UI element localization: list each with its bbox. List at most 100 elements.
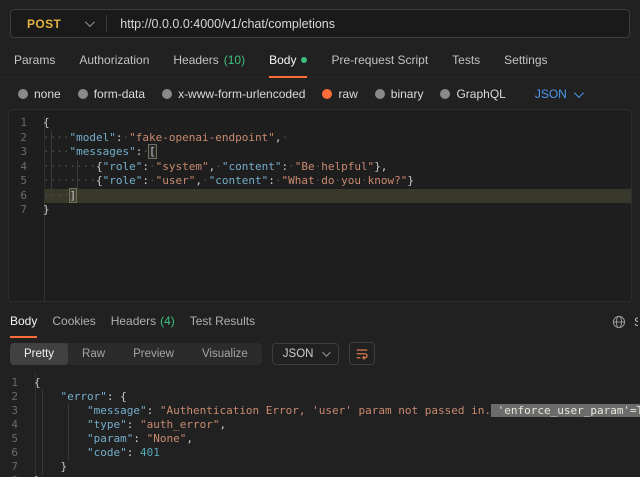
tab-label: Pre-request Script [331, 53, 428, 67]
response-tab-cookies[interactable]: Cookies [52, 305, 95, 338]
body-mode-x-www-form-urlencoded[interactable]: x-www-form-urlencoded [162, 87, 305, 101]
response-tab-headers[interactable]: Headers (4) [111, 305, 175, 338]
line-content: ········{"role":·"user",·"content":·"Wha… [37, 174, 414, 189]
tab-label: Tests [452, 53, 480, 67]
request-language-selector[interactable]: JSON [535, 87, 581, 101]
request-body-panel: 1{2····"model":·"fake-openai-endpoint",·… [8, 109, 632, 302]
line-content: { [37, 116, 50, 131]
globe-icon[interactable] [612, 315, 626, 329]
request-tab-tests[interactable]: Tests [452, 46, 480, 78]
response-tab-body[interactable]: Body [10, 305, 37, 338]
radio-icon [78, 89, 88, 99]
request-body-editor[interactable]: 1{2····"model":·"fake-openai-endpoint",·… [9, 116, 631, 301]
code-line: 1{ [0, 376, 640, 390]
body-mode-binary[interactable]: binary [375, 87, 424, 101]
line-content: ····] [37, 189, 76, 204]
line-number: 5 [9, 174, 37, 189]
mode-label: raw [338, 87, 357, 101]
mode-label: binary [391, 87, 424, 101]
view-mode-preview[interactable]: Preview [119, 343, 188, 365]
view-mode-visualize[interactable]: Visualize [188, 343, 262, 365]
line-content: ····"model":·"fake-openai-endpoint",· [37, 131, 288, 146]
tab-label: Params [14, 53, 55, 67]
code-line: 7} [9, 203, 631, 218]
radio-icon [162, 89, 172, 99]
code-line: 6 "code": 401 [0, 446, 640, 460]
mode-label: GraphQL [456, 87, 505, 101]
whitespace-dots: · [149, 174, 156, 187]
line-number: 5 [0, 432, 28, 446]
line-number: 4 [0, 418, 28, 432]
wrap-lines-button[interactable] [349, 342, 375, 365]
response-language-selector[interactable]: JSON [272, 343, 340, 365]
line-number: 2 [9, 131, 37, 146]
view-mode-raw[interactable]: Raw [68, 343, 119, 365]
body-mode-graphql[interactable]: GraphQL [440, 87, 505, 101]
line-content: } [37, 203, 50, 218]
request-tab-authorization[interactable]: Authorization [79, 46, 149, 78]
code-line: 1{ [9, 116, 631, 131]
request-language-label: JSON [535, 87, 567, 101]
code-line: 5 "param": "None", [0, 432, 640, 446]
body-mode-form-data[interactable]: form-data [78, 87, 145, 101]
chevron-down-icon [323, 348, 331, 356]
whitespace-dots: ········ [43, 160, 96, 173]
body-mode-none[interactable]: none [18, 87, 61, 101]
request-tab-settings[interactable]: Settings [504, 46, 547, 78]
request-tab-body[interactable]: Body [269, 46, 307, 78]
whitespace-dots: · [361, 174, 368, 187]
tab-count-badge: (4) [160, 314, 175, 328]
line-number: 3 [9, 145, 37, 160]
wrap-lines-icon [355, 347, 369, 361]
code-line: 4 "type": "auth_error", [0, 418, 640, 432]
request-url-row: POST http://0.0.0.0:4000/v1/chat/complet… [0, 0, 640, 46]
url-bar: POST http://0.0.0.0:4000/v1/chat/complet… [10, 9, 630, 38]
mode-label: none [34, 87, 61, 101]
radio-icon [440, 89, 450, 99]
line-number: 7 [0, 460, 28, 474]
line-number: 4 [9, 160, 37, 175]
whitespace-dots: · [215, 160, 222, 173]
method-selector[interactable]: POST [11, 17, 92, 31]
clipped-edge-text: S [634, 315, 638, 329]
whitespace-dots: · [149, 160, 156, 173]
url-input[interactable]: http://0.0.0.0:4000/v1/chat/completions [107, 17, 335, 31]
code-line: 2 "error": { [0, 390, 640, 404]
radio-icon [375, 89, 385, 99]
whitespace-dots: · [315, 174, 322, 187]
line-content: { [28, 376, 41, 390]
body-mode-raw[interactable]: raw [322, 87, 357, 101]
line-number: 3 [0, 404, 28, 418]
line-number: 6 [9, 189, 37, 204]
line-content: "message": "Authentication Error, 'user'… [28, 404, 640, 418]
line-content: ········{"role":·"system",·"content":·"B… [37, 160, 387, 175]
postman-window: POST http://0.0.0.0:4000/v1/chat/complet… [0, 0, 640, 477]
request-tab-headers[interactable]: Headers(10) [173, 46, 245, 78]
line-number: 1 [0, 376, 28, 390]
mode-label: form-data [94, 87, 145, 101]
code-line: 5········{"role":·"user",·"content":·"Wh… [9, 174, 631, 189]
tab-label: Body [10, 314, 37, 328]
code-line: 7 } [0, 460, 640, 474]
whitespace-dots: ···· [43, 131, 70, 144]
request-tabs: Params Authorization Headers(10) Body Pre-re… [0, 46, 640, 78]
mode-label: x-www-form-urlencoded [178, 87, 305, 101]
response-view-switcher: PrettyRawPreviewVisualize [10, 343, 262, 365]
request-tab-params[interactable]: Params [14, 46, 55, 78]
line-content: "code": 401 [28, 446, 160, 460]
body-modified-dot [301, 57, 307, 63]
tab-count-badge: (10) [224, 53, 245, 67]
view-mode-pretty[interactable]: Pretty [10, 343, 68, 365]
response-tab-test-results[interactable]: Test Results [190, 305, 255, 338]
tab-label: Headers [111, 314, 156, 328]
response-body-viewer[interactable]: 1{2 "error": {3 "message": "Authenticati… [0, 371, 640, 477]
whitespace-dots: · [315, 160, 322, 173]
radio-icon [322, 89, 332, 99]
code-line: 3 "message": "Authentication Error, 'use… [0, 404, 640, 418]
body-mode-row: none form-data x-www-form-urlencoded raw bin… [0, 78, 640, 109]
response-tabs-right: S [612, 305, 640, 338]
tab-label: Authorization [79, 53, 149, 67]
request-tab-pre-request-script[interactable]: Pre-request Script [331, 46, 428, 78]
method-label: POST [11, 17, 85, 31]
line-content: "type": "auth_error", [28, 418, 226, 432]
